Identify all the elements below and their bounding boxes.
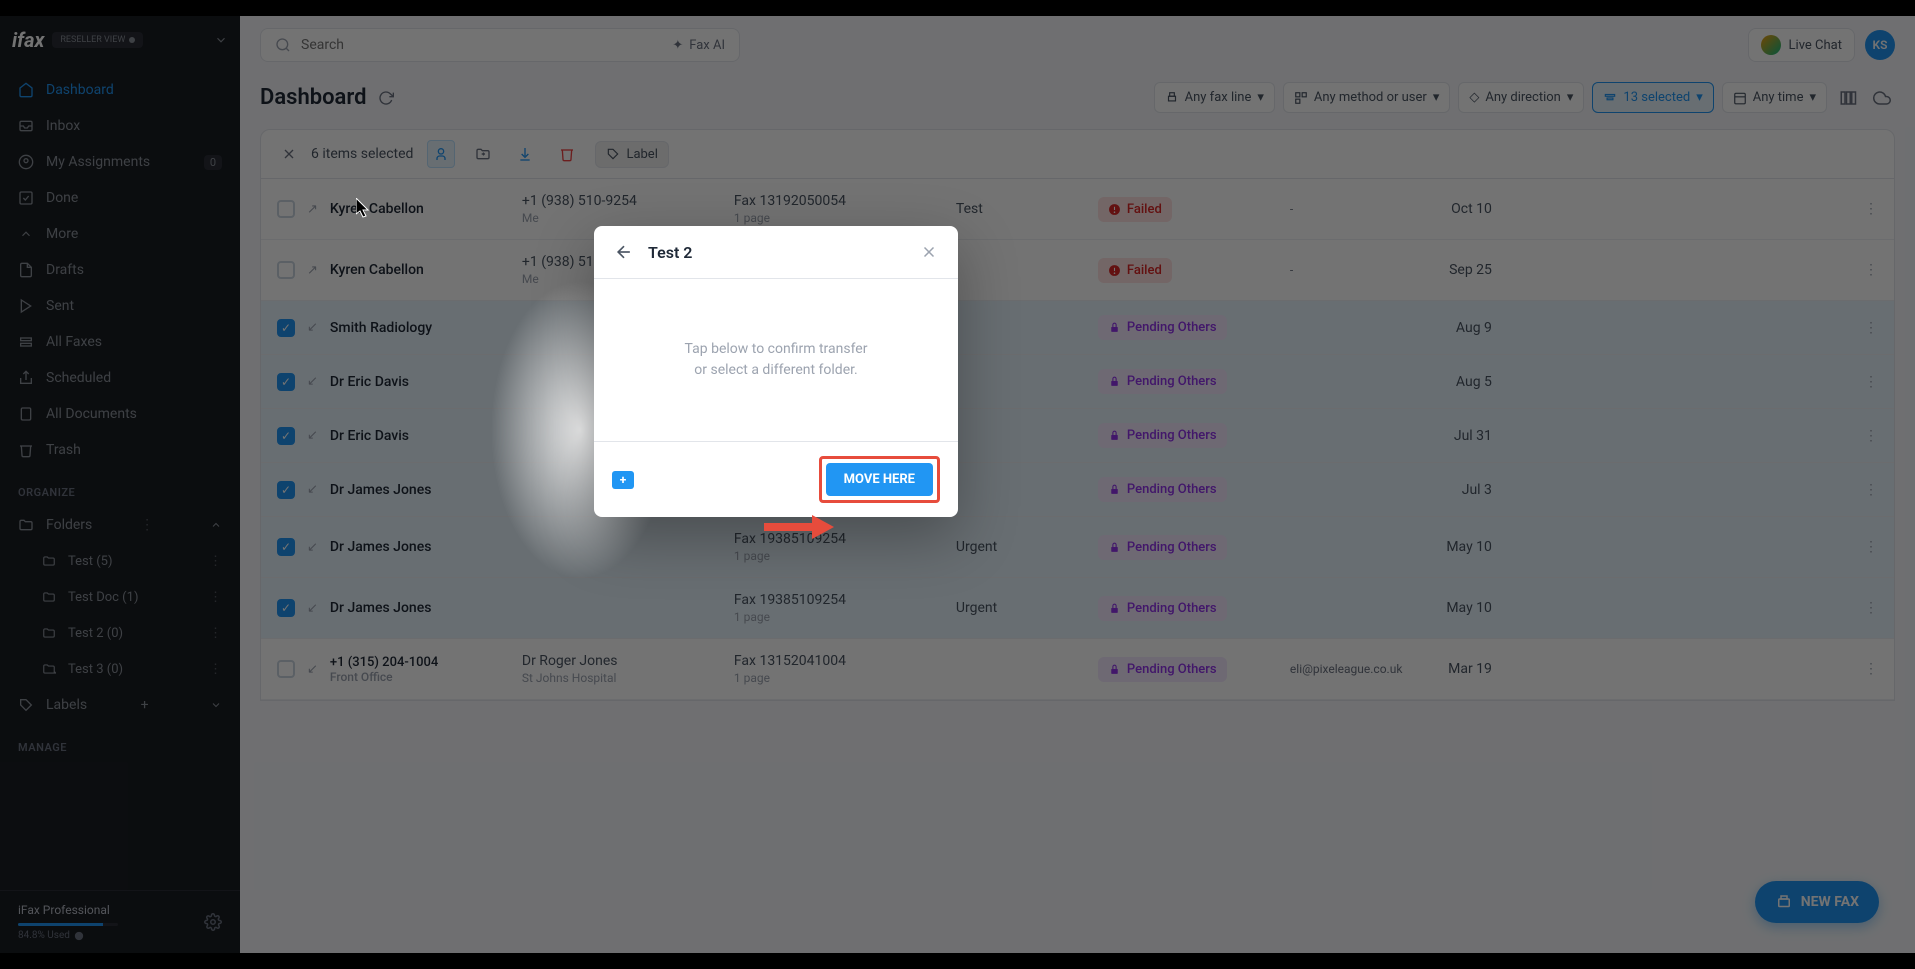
- move-modal: Test 2 Tap below to confirm transfer or …: [594, 226, 958, 517]
- modal-body: Tap below to confirm transfer or select …: [594, 279, 958, 441]
- back-arrow-icon[interactable]: [614, 242, 634, 262]
- modal-title: Test 2: [648, 243, 906, 262]
- move-button-highlight: MOVE HERE: [819, 456, 940, 503]
- close-icon[interactable]: [920, 243, 938, 261]
- modal-footer: + MOVE HERE: [594, 441, 958, 517]
- move-here-button[interactable]: MOVE HERE: [826, 463, 933, 496]
- modal-header: Test 2: [594, 226, 958, 279]
- new-folder-icon[interactable]: +: [612, 471, 634, 489]
